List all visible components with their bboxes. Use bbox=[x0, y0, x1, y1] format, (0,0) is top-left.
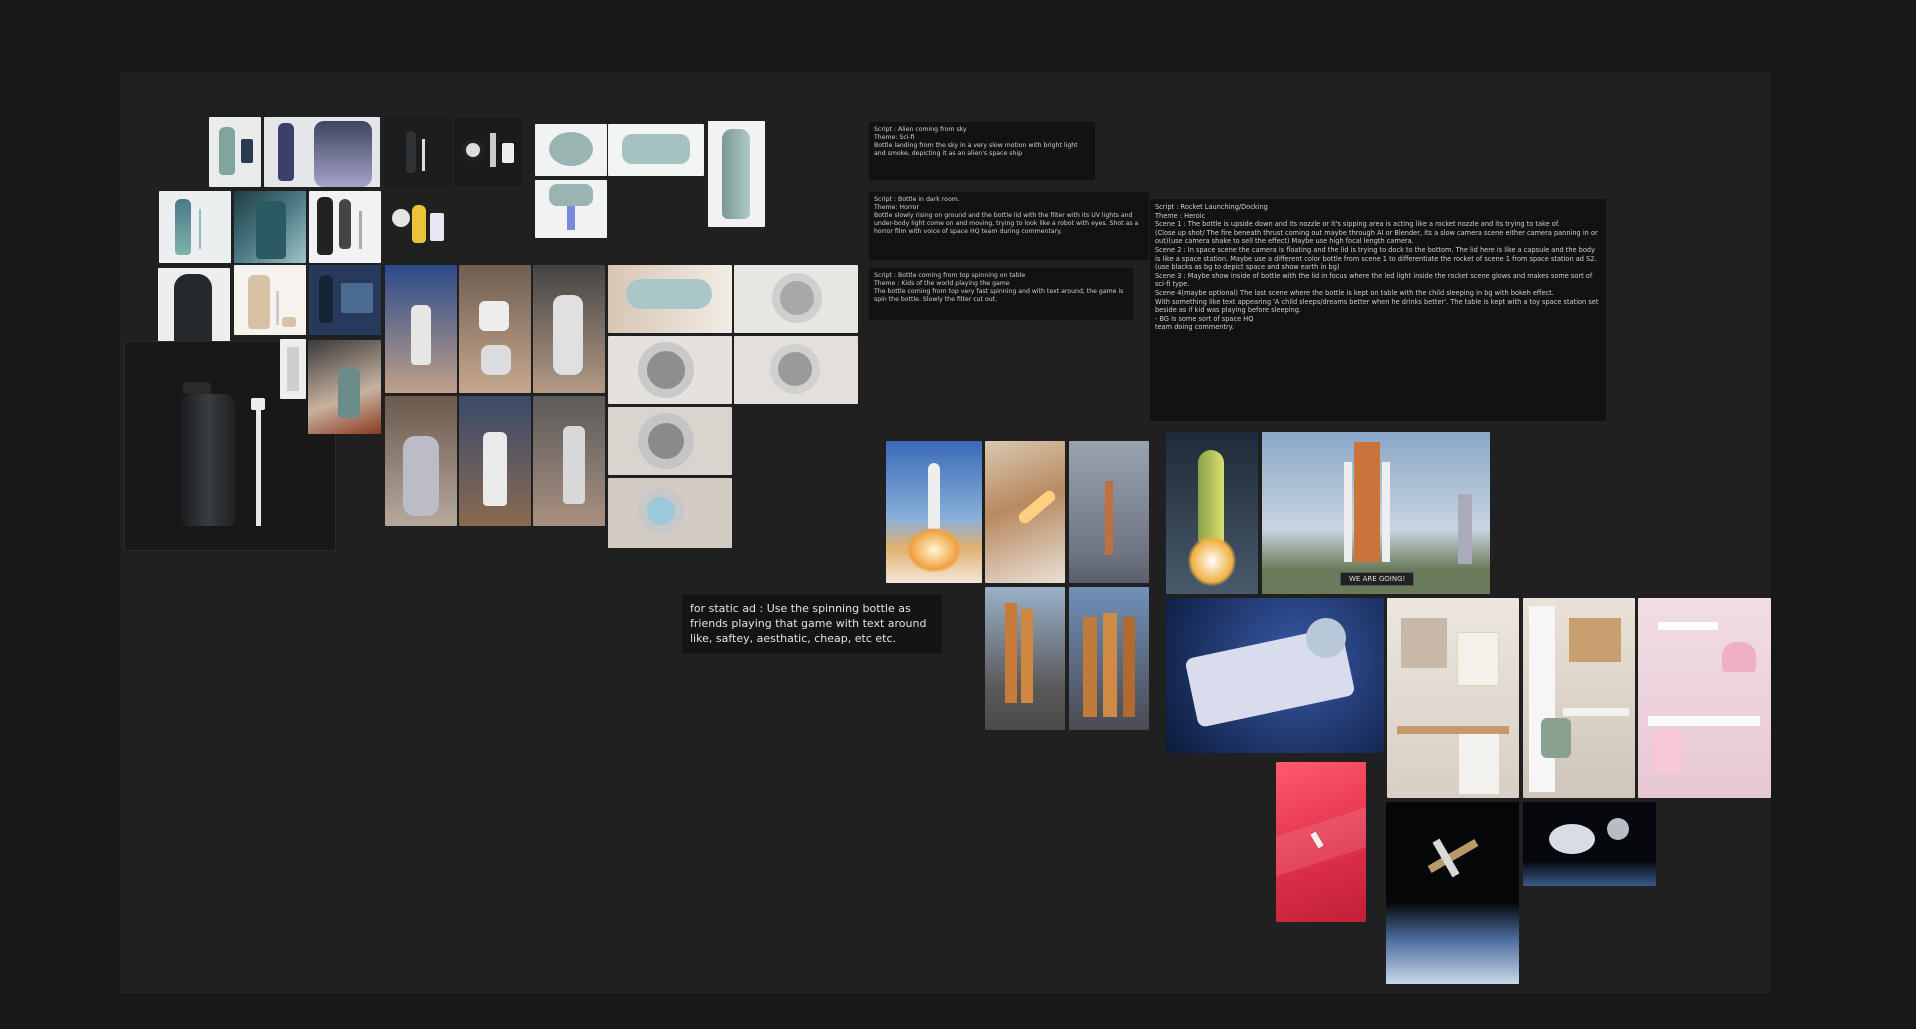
note-line: Scene 3 : Maybe show inside of bottle wi… bbox=[1155, 271, 1595, 289]
note-line: Theme : Kids of the world playing the ga… bbox=[874, 280, 1010, 287]
note-rocket-script[interactable]: Script : Rocket Launching/Docking Theme … bbox=[1150, 199, 1606, 421]
image-lid-top[interactable] bbox=[535, 124, 607, 176]
image-capsule-docking[interactable] bbox=[1523, 802, 1656, 886]
image-cartoon-space-station[interactable] bbox=[1166, 598, 1384, 753]
note-line: Script : Alien coming from sky bbox=[874, 126, 967, 133]
image-iss-earth[interactable] bbox=[1386, 802, 1519, 984]
note-line: Theme : Heroic bbox=[1155, 211, 1206, 220]
note-line: The bottle coming from top very fast spi… bbox=[874, 288, 1126, 303]
note-static-ad[interactable]: for static ad : Use the spinning bottle … bbox=[682, 595, 942, 653]
image-kitchen-bottle-2[interactable] bbox=[459, 396, 531, 526]
note-line: Script : Bottle in dark room. bbox=[874, 196, 960, 203]
image-dark-bottle-straw[interactable] bbox=[384, 117, 452, 187]
note-line: Theme: Sci-fi bbox=[874, 134, 915, 141]
image-hand-lid-2[interactable] bbox=[533, 265, 605, 393]
image-rocket-launch-1[interactable] bbox=[886, 441, 982, 583]
image-cartoon-rocket[interactable] bbox=[1166, 432, 1258, 594]
image-kitchen-bottle-1[interactable] bbox=[385, 396, 457, 526]
image-sls-rocket-pad[interactable]: WE ARE GOING! bbox=[1262, 432, 1490, 594]
note-line: Bottle slowly rising on ground and the b… bbox=[874, 212, 1141, 235]
note-spin-script[interactable]: Script : Bottle coming from top spinning… bbox=[869, 268, 1133, 320]
note-line: With something like text appearing 'A ch… bbox=[1155, 297, 1601, 315]
note-alien-script[interactable]: Script : Alien coming from sky Theme: Sc… bbox=[869, 122, 1095, 180]
note-line: Scene 2 : In space scene the camera is f… bbox=[1155, 245, 1599, 272]
image-lid-closeup-5[interactable] bbox=[608, 407, 732, 475]
image-lid-side[interactable] bbox=[608, 124, 704, 176]
image-dark-bottle-tall[interactable] bbox=[158, 268, 230, 342]
image-rocket-engine-fire[interactable] bbox=[985, 441, 1065, 583]
image-blue-screen-hand[interactable] bbox=[385, 265, 457, 393]
image-rocket-sky[interactable] bbox=[1069, 441, 1149, 583]
note-line: team doing commentry. bbox=[1155, 323, 1234, 332]
image-navy-bottle[interactable] bbox=[264, 117, 380, 187]
image-red-packaging[interactable] bbox=[1276, 762, 1366, 922]
image-lid-closeup-2[interactable] bbox=[734, 265, 858, 333]
note-line: (Close up shot/ The fire beneath thrust … bbox=[1155, 228, 1600, 246]
image-kids-bottles[interactable] bbox=[384, 191, 452, 263]
image-lid-closeup-1[interactable] bbox=[608, 265, 732, 333]
image-beige-bottle[interactable] bbox=[234, 265, 306, 335]
image-lid-filter[interactable] bbox=[535, 180, 607, 238]
note-text: for static ad : Use the spinning bottle … bbox=[690, 602, 930, 645]
image-bottle-sage[interactable] bbox=[708, 121, 765, 227]
image-bottle-navy-ad[interactable] bbox=[309, 265, 381, 335]
image-white-filter[interactable] bbox=[280, 339, 306, 399]
image-kitchen-bottle-3[interactable] bbox=[533, 396, 605, 526]
note-line: Scene 4(maybe optional) The last scene w… bbox=[1155, 288, 1554, 297]
image-kids-room-pink[interactable] bbox=[1638, 598, 1771, 798]
image-rocket-pad-2[interactable] bbox=[1069, 587, 1149, 730]
note-horror-script[interactable]: Script : Bottle in dark room. Theme: Hor… bbox=[869, 192, 1149, 260]
note-line: Bottle landing from the sky in a very sl… bbox=[874, 142, 1080, 157]
image-lid-closeup-6[interactable] bbox=[608, 478, 732, 548]
image-rocket-pad-1[interactable] bbox=[985, 587, 1065, 730]
note-line: Scene 1 : The bottle is upside down and … bbox=[1155, 220, 1560, 229]
rocket-badge: WE ARE GOING! bbox=[1340, 572, 1415, 586]
image-black-bottle-straw[interactable] bbox=[309, 191, 381, 263]
image-kids-room-desk-1[interactable] bbox=[1387, 598, 1519, 798]
note-line: Script : Bottle coming from top spinning… bbox=[874, 272, 1026, 279]
image-hand-lid-1[interactable] bbox=[459, 265, 531, 393]
image-teal-bottle-straw[interactable] bbox=[159, 191, 231, 263]
note-line: Script : Rocket Launching/Docking bbox=[1155, 203, 1268, 211]
note-line: - BG is some sort of space HQ bbox=[1155, 314, 1254, 323]
note-line: Theme: Horror bbox=[874, 204, 920, 211]
image-dark-lid-set[interactable] bbox=[454, 117, 522, 187]
image-hand-bottle[interactable] bbox=[308, 340, 381, 434]
image-bottle-closeup-teal[interactable] bbox=[234, 191, 306, 263]
image-kids-room-desk-2[interactable] bbox=[1523, 598, 1635, 798]
image-lid-closeup-4[interactable] bbox=[734, 336, 858, 404]
image-lid-closeup-3[interactable] bbox=[608, 336, 732, 404]
image-green-bottle-phone[interactable] bbox=[209, 117, 261, 187]
